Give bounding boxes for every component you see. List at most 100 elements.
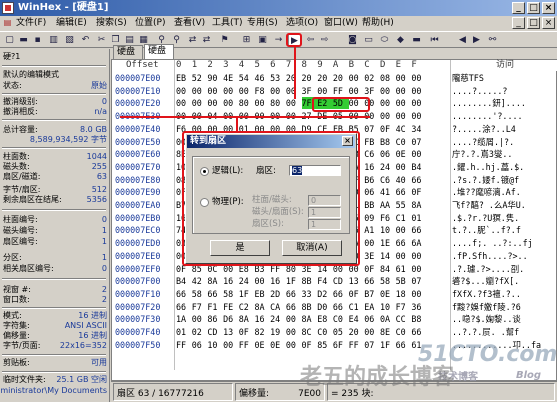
hex-byte[interactable]: 0F <box>239 326 255 338</box>
hex-byte[interactable]: EA <box>364 301 380 313</box>
row-ascii[interactable]: ........'?.... <box>452 110 556 122</box>
hex-byte[interactable]: FB <box>364 136 380 148</box>
hex-byte[interactable]: 8A <box>302 313 318 325</box>
hex-byte[interactable]: CC <box>396 313 412 325</box>
hex-byte[interactable]: B8 <box>380 136 396 148</box>
hex-byte[interactable]: A1 <box>364 224 380 236</box>
image-icon[interactable]: ⬭ <box>378 34 391 46</box>
hex-byte[interactable]: 10 <box>380 301 396 313</box>
hex-byte[interactable]: 07 <box>411 136 427 148</box>
hex-byte[interactable]: 07 <box>364 123 380 135</box>
prev-sector-icon[interactable]: ◀ <box>456 34 469 46</box>
row-ascii[interactable]: ............卭..fa <box>452 339 556 351</box>
hex-byte[interactable]: F1 <box>207 301 223 313</box>
menu-special[interactable]: 专用(S) <box>247 16 278 30</box>
hex-byte[interactable]: 05 <box>333 326 349 338</box>
hex-byte[interactable]: 8E <box>380 326 396 338</box>
hex-byte[interactable]: 0F <box>380 123 396 135</box>
hex-byte[interactable]: E8 <box>317 313 333 325</box>
hex-row[interactable]: 000007F50 FF 06 10 00 FF 0E 0E 00 0F 85 6F FF 07 1F 66 6… <box>112 339 557 351</box>
hex-byte[interactable]: C0 <box>396 326 412 338</box>
hex-byte[interactable]: FF <box>333 85 349 97</box>
hex-byte[interactable]: 06 <box>364 186 380 198</box>
hex-byte[interactable]: FE <box>223 301 239 313</box>
row-ascii[interactable]: 碆?$...嬼?fX[. <box>452 275 556 287</box>
replace-icon[interactable]: ⇄ <box>186 34 199 46</box>
hex-byte[interactable]: 66 <box>396 339 412 351</box>
hex-byte[interactable]: CA <box>270 301 286 313</box>
row-ascii[interactable]: .?.璩.?>....刟. <box>452 263 556 275</box>
hex-byte[interactable]: 85 <box>317 339 333 351</box>
new-file-icon[interactable]: ▢ <box>3 34 16 46</box>
hex-byte[interactable]: 16 <box>364 161 380 173</box>
hex-byte[interactable]: 66 <box>411 224 427 236</box>
hex-byte[interactable]: 84 <box>380 263 396 275</box>
hex-byte[interactable]: 0E <box>396 148 412 160</box>
hex-byte[interactable]: 02 <box>192 326 208 338</box>
hex-byte[interactable]: 0E <box>380 288 396 300</box>
hex-byte[interactable]: C6 <box>364 148 380 160</box>
hex-byte[interactable]: 46 <box>254 72 270 84</box>
menu-help[interactable]: 帮助(H) <box>362 16 394 30</box>
hex-byte[interactable]: 06 <box>380 148 396 160</box>
hex-byte[interactable]: 66 <box>411 326 427 338</box>
hex-byte[interactable]: 00 <box>176 97 192 109</box>
row-ascii[interactable]: .堆??麾喭漓.Af. <box>452 186 556 198</box>
open-disk-icon[interactable]: ▬ <box>410 34 423 46</box>
hex-byte[interactable]: 14 <box>380 250 396 262</box>
properties-icon[interactable]: ▧ <box>63 34 76 46</box>
menu-view[interactable]: 查看(V) <box>174 16 205 30</box>
row-ascii[interactable]: t.?..胒`..f?.f <box>452 224 556 236</box>
hex-byte[interactable]: FF <box>176 339 192 351</box>
hex-byte[interactable]: 66 <box>207 288 223 300</box>
hex-byte[interactable]: 54 <box>239 72 255 84</box>
hex-byte[interactable]: 00 <box>411 288 427 300</box>
hex-byte[interactable]: AA <box>380 199 396 211</box>
hex-row[interactable]: 000007F40 01 02 CD 13 0F 82 19 00 8C C0 05 20 00 8E C0 6… <box>112 326 557 338</box>
hex-row[interactable]: 000007F00 B4 42 8A 16 24 00 16 1F 8B F4 CD 13 66 58 5B 0… <box>112 275 557 287</box>
hex-byte[interactable]: 66 <box>411 174 427 186</box>
hex-byte[interactable]: 00 <box>176 85 192 97</box>
hex-byte[interactable]: 66 <box>176 301 192 313</box>
forward-icon[interactable]: ⇨ <box>318 34 331 46</box>
hex-byte[interactable]: B8 <box>411 313 427 325</box>
hex-byte[interactable]: 09 <box>364 212 380 224</box>
doc-minimize-button[interactable]: _ <box>512 17 525 29</box>
hex-byte[interactable]: 0A <box>380 313 396 325</box>
hex-byte[interactable]: C6 <box>380 174 396 186</box>
hex-byte[interactable]: B4 <box>176 275 192 287</box>
hex-byte[interactable]: 66 <box>286 301 302 313</box>
hex-byte[interactable]: 01 <box>176 326 192 338</box>
hex-byte[interactable]: 00 <box>286 339 302 351</box>
hex-byte[interactable]: 53 <box>270 72 286 84</box>
row-ascii[interactable]: f黢?娛f嬓f陵.?6 <box>452 301 556 313</box>
doc-close-button[interactable]: × <box>542 17 555 29</box>
binoculars-icon[interactable]: ⚯ <box>486 34 499 46</box>
row-ascii[interactable]: .?s.?.婑f.镀@f <box>452 174 556 186</box>
hex-byte[interactable]: 00 <box>396 250 412 262</box>
hex-byte[interactable]: FF <box>239 339 255 351</box>
hex-byte[interactable]: 80 <box>270 97 286 109</box>
hex-byte[interactable]: 00 <box>192 313 208 325</box>
minimize-button[interactable]: _ <box>512 2 525 14</box>
hex-byte[interactable]: 00 <box>364 326 380 338</box>
hex-byte[interactable]: 20 <box>317 72 333 84</box>
hex-byte[interactable]: 61 <box>411 339 427 351</box>
hex-byte[interactable]: 0F <box>411 186 427 198</box>
hex-byte[interactable]: 1E <box>380 237 396 249</box>
menu-options[interactable]: 选项(O) <box>286 16 318 30</box>
hex-row[interactable]: 000007F30 1A 00 86 D6 8A 16 24 00 8A E8 C0 E4 06 0A CC B… <box>112 313 557 325</box>
hex-byte[interactable]: 00 <box>270 85 286 97</box>
hex-byte[interactable]: 00 <box>396 161 412 173</box>
row-ascii[interactable]: ....?缆屑.|?. <box>452 136 556 148</box>
row-ascii[interactable]: fXfX.?f3襢.?.. <box>452 288 556 300</box>
hex-byte[interactable]: 0F <box>349 288 365 300</box>
hex-byte[interactable]: 82 <box>254 326 270 338</box>
hex-byte[interactable]: 66 <box>364 275 380 287</box>
hex-byte[interactable]: 61 <box>396 263 412 275</box>
hex-byte[interactable]: 66 <box>176 288 192 300</box>
hex-byte[interactable]: 4E <box>223 72 239 84</box>
save-icon[interactable]: ▪ <box>31 34 44 46</box>
hex-byte[interactable]: 06 <box>364 313 380 325</box>
menu-tools[interactable]: 工具(T) <box>212 16 243 30</box>
